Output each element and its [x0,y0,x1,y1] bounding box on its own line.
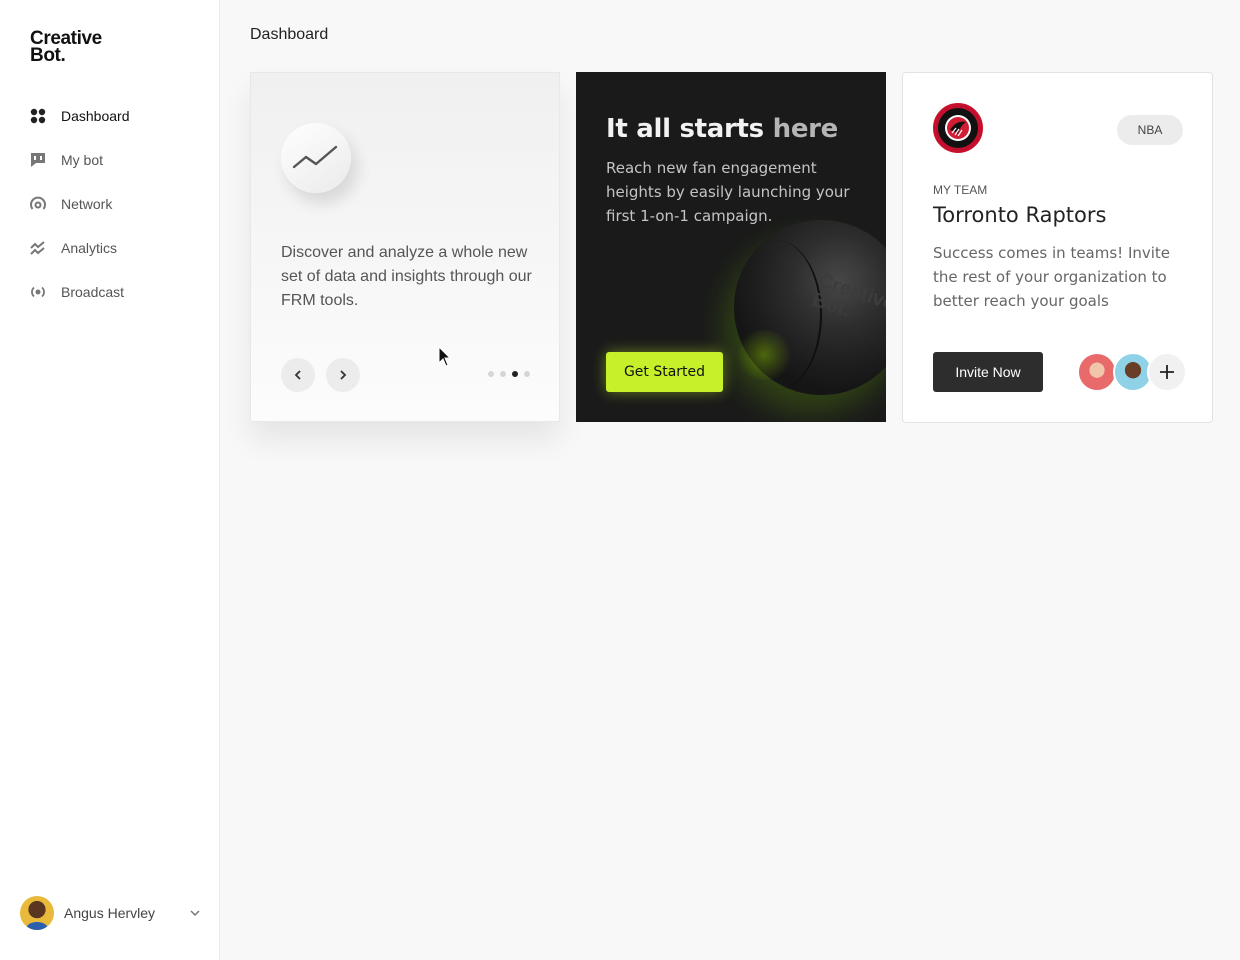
team-card: NBA MY TEAM Torronto Raptors Success com… [902,72,1213,423]
add-member-button[interactable] [1147,352,1187,392]
sidebar-item-label: Analytics [61,240,118,256]
team-members [1077,352,1187,392]
sidebar-item-analytics[interactable]: Analytics [0,226,220,270]
app-logo[interactable]: Creative Bot. [30,29,102,66]
carousel-dot-4[interactable] [524,371,530,377]
carousel-pagination [488,371,530,377]
sidebar-item-broadcast[interactable]: Broadcast [0,270,220,314]
team-label: MY TEAM [933,183,988,197]
sidebar-item-network[interactable]: Network [0,182,220,226]
promo-title: It all starts here [606,114,838,144]
member-avatar[interactable] [1077,352,1117,392]
chevron-down-icon[interactable] [188,906,202,920]
network-icon [30,196,46,212]
league-badge: NBA [1117,115,1183,145]
team-description: Success comes in teams! Invite the rest … [933,244,1171,310]
sidebar-item-label: Dashboard [61,108,130,124]
carousel-dot-1[interactable] [488,371,494,377]
page-title: Dashboard [250,26,329,43]
raptors-logo-icon [936,106,980,150]
sidebar-item-label: My bot [61,152,104,168]
avatar [20,896,54,930]
sidebar-item-label: Broadcast [61,284,125,300]
line-chart-icon [292,145,338,169]
get-started-button[interactable]: Get Started [606,352,723,392]
dashboard-icon [30,108,46,124]
sidebar: Creative Bot. Dashboard My bot Network A… [0,0,220,960]
bot-icon [30,152,46,168]
user-name: Angus Hervley [64,905,156,921]
carousel-dot-2[interactable] [500,371,506,377]
chevron-left-icon [294,370,301,380]
user-menu[interactable]: Angus Hervley [20,896,202,930]
insights-card: Discover and analyze a whole new set of … [250,72,560,422]
chevron-right-icon [340,370,347,380]
broadcast-icon [30,284,46,300]
promo-card: Creative Bot. It all starts here Reach n… [576,72,886,422]
sidebar-item-my-bot[interactable]: My bot [0,138,220,182]
sidebar-nav: Dashboard My bot Network Analytics Broad… [0,94,220,314]
carousel-dot-3[interactable] [512,371,518,377]
logo-line-2: Bot. [30,45,66,66]
chart-badge [281,123,351,193]
carousel-prev-button[interactable] [281,358,315,392]
team-name: Torronto Raptors [933,203,1107,227]
invite-now-button[interactable]: Invite Now [933,352,1043,392]
analytics-icon [30,240,46,256]
promo-title-main: It all starts [606,114,773,144]
promo-title-highlight: here [772,114,839,144]
carousel-next-button[interactable] [326,358,360,392]
team-logo [933,103,983,153]
sidebar-item-dashboard[interactable]: Dashboard [0,94,220,138]
insights-description: Discover and analyze a whole new set of … [281,244,532,309]
promo-description: Reach new fan engagement heights by easi… [606,159,850,225]
plus-icon [1160,365,1174,379]
mouse-cursor-icon [438,346,452,367]
sidebar-item-label: Network [61,196,113,212]
